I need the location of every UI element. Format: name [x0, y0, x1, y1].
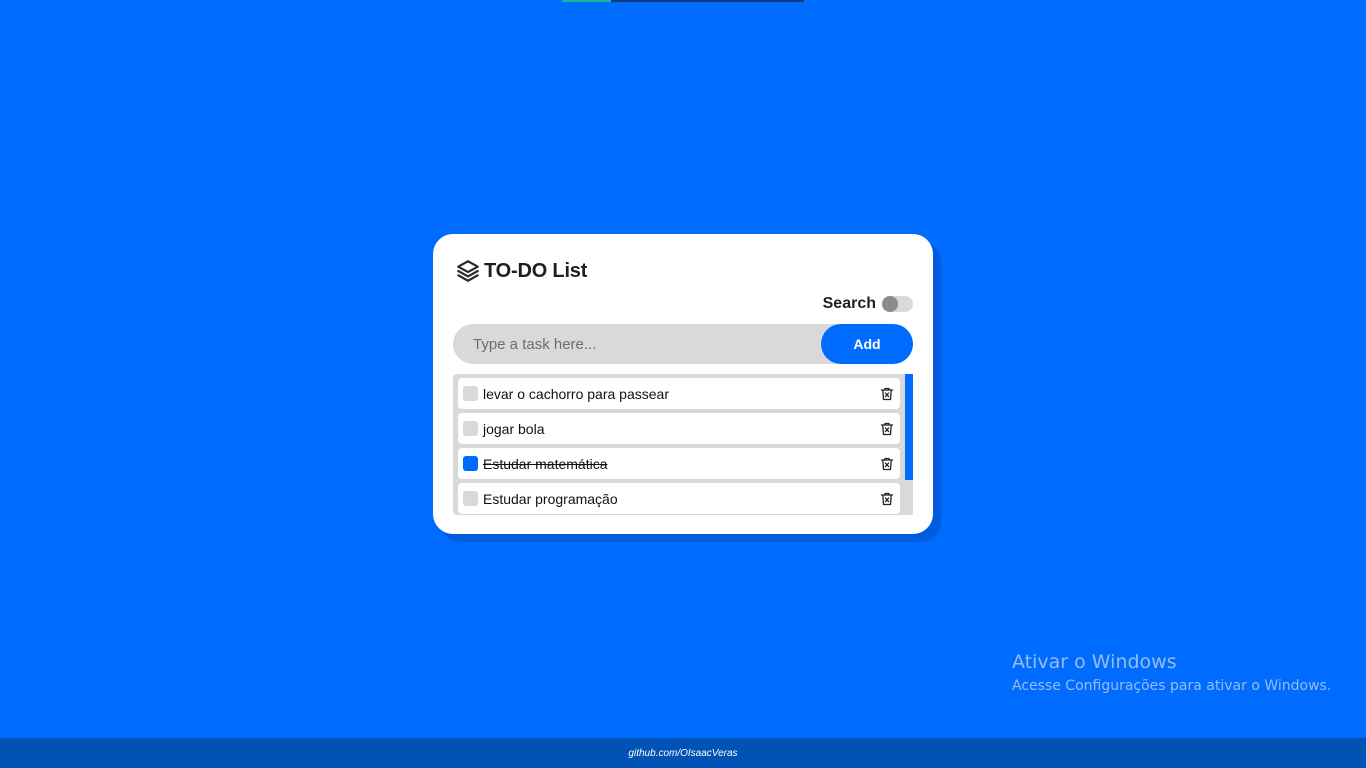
search-label: Search	[822, 295, 876, 312]
page-title: TO-DO List	[484, 259, 588, 282]
task-list[interactable]: levar o cachorro para passear jogar bola	[453, 374, 913, 515]
task-input-row: Add	[453, 324, 913, 364]
github-link[interactable]: github.com/OIsaacVeras	[628, 748, 737, 759]
watermark-title: Ativar o Windows	[1012, 651, 1177, 673]
layers-icon	[455, 258, 481, 284]
watermark-subtitle: Acesse Configurações para ativar o Windo…	[1012, 678, 1332, 694]
task-item: Estudar matemática	[458, 448, 900, 479]
trash-icon[interactable]	[880, 387, 894, 401]
search-toggle-row: Search	[453, 294, 913, 314]
search-toggle[interactable]	[882, 296, 913, 312]
trash-icon[interactable]	[880, 422, 894, 436]
task-item: Estudar programação	[458, 483, 900, 514]
task-item: levar o cachorro para passear	[458, 378, 900, 409]
todo-card: TO-DO List Search Add levar o cachorro p…	[433, 234, 933, 534]
task-input[interactable]	[453, 324, 821, 364]
task-checkbox[interactable]	[463, 491, 478, 506]
header: TO-DO List	[455, 256, 913, 286]
task-label: Estudar matemática	[483, 455, 608, 472]
task-checkbox[interactable]	[463, 456, 478, 471]
task-checkbox[interactable]	[463, 386, 478, 401]
add-task-button[interactable]: Add	[821, 324, 913, 364]
trash-icon[interactable]	[880, 457, 894, 471]
page-load-progress	[562, 0, 804, 2]
scrollbar-thumb[interactable]	[905, 374, 913, 480]
task-item: jogar bola	[458, 413, 900, 444]
windows-activation-watermark: Ativar o Windows Acesse Configurações pa…	[1012, 651, 1331, 694]
task-list-scrollbar[interactable]	[905, 374, 913, 515]
trash-icon[interactable]	[880, 492, 894, 506]
task-checkbox[interactable]	[463, 421, 478, 436]
task-label: levar o cachorro para passear	[483, 385, 669, 402]
page-load-progress-fill	[562, 0, 611, 2]
task-label: jogar bola	[483, 420, 545, 437]
footer: github.com/OIsaacVeras	[0, 738, 1366, 768]
search-toggle-knob	[882, 296, 898, 312]
task-label: Estudar programação	[483, 490, 618, 507]
